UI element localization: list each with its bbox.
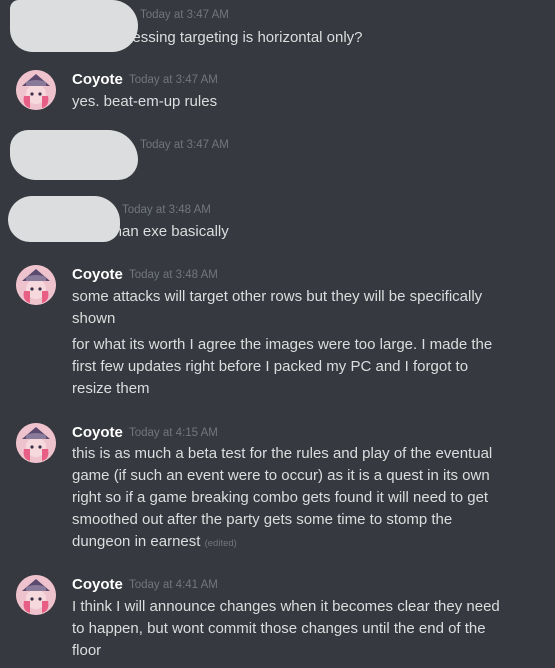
message-5-line-1: some attacks will target other rows but … <box>72 288 483 305</box>
message-3-timestamp: Today at 3:47 AM <box>140 139 229 151</box>
message-5-line-3: for what its worth I agree the images we… <box>72 336 493 353</box>
message-7-timestamp: Today at 4:41 AM <box>129 579 218 591</box>
message-6-timestamp: Today at 4:15 AM <box>129 427 218 439</box>
message-5-author[interactable]: Coyote <box>72 266 123 283</box>
message-6-line-5-text: dungeon in earnest <box>72 533 201 550</box>
message-2-author[interactable]: Coyote <box>72 71 123 88</box>
message-6-line-1: this is as much a beta test for the rule… <box>72 445 493 462</box>
message-6-author[interactable]: Coyote <box>72 424 123 441</box>
message-7-line-1: I think I will announce changes when it … <box>72 598 500 615</box>
coyote-avatar-icon[interactable] <box>16 70 56 110</box>
message-5-line-5: resize them <box>72 380 150 397</box>
message-6-line-3: right so if a game breaking combo gets f… <box>72 489 489 506</box>
coyote-avatar-icon[interactable] <box>16 265 56 305</box>
message-7-author[interactable]: Coyote <box>72 576 123 593</box>
message-1-text: so I'm guessing targeting is horizontal … <box>72 29 363 46</box>
message-6-line-2: game (if such an event were to occur) as… <box>72 467 490 484</box>
message-5-line-4: first few updates right before I packed … <box>72 358 469 375</box>
message-4-text: Megaman exe basically <box>72 223 229 240</box>
message-5-timestamp: Today at 3:48 AM <box>129 269 218 281</box>
message-3-text: hmm <box>72 158 106 175</box>
message-2-timestamp: Today at 3:47 AM <box>129 74 218 86</box>
message-4-timestamp: Today at 3:48 AM <box>122 204 211 216</box>
message-6-line-5: dungeon in earnest (edited) <box>72 531 542 555</box>
coyote-avatar-icon[interactable] <box>16 423 56 463</box>
edited-label: (edited) <box>204 538 237 549</box>
coyote-avatar-icon[interactable] <box>16 575 56 615</box>
message-2-text: yes. beat-em-up rules <box>72 93 218 110</box>
message-1-timestamp: Today at 3:47 AM <box>140 9 229 21</box>
message-6-line-4: smoothed out after the party gets some t… <box>72 511 453 528</box>
message-7-line-2: to happen, but wont commit those changes… <box>72 620 486 637</box>
message-5-line-2: shown <box>72 310 116 327</box>
message-7-line-3: floor <box>72 642 102 659</box>
